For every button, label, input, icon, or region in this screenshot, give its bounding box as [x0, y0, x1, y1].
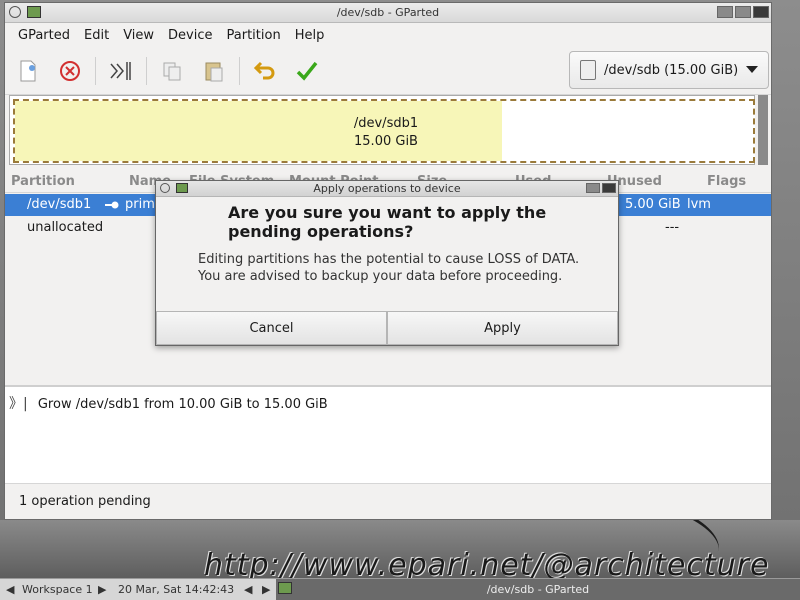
delete-icon[interactable] — [55, 56, 85, 86]
paste-icon[interactable] — [199, 56, 229, 86]
apply-confirmation-dialog: Apply operations to device Are you sure … — [155, 180, 619, 346]
menu-edit[interactable]: Edit — [77, 28, 116, 43]
taskbar-task-label: /dev/sdb - GParted — [486, 583, 590, 596]
dialog-button-row: Cancel Apply — [156, 311, 618, 345]
resize-move-icon: 》| — [9, 396, 28, 412]
toolbar-separator — [146, 56, 147, 85]
disk-map-partition-name: /dev/sdb1 — [353, 116, 419, 131]
column-flags[interactable]: Flags — [707, 174, 746, 189]
menubar: GParted Edit View Device Partition Help — [5, 23, 771, 47]
row-flags: lvm — [687, 197, 711, 212]
maximize-button[interactable] — [735, 6, 751, 18]
copy-icon[interactable] — [157, 56, 187, 86]
row-partition: unallocated — [27, 220, 104, 235]
menu-help[interactable]: Help — [288, 28, 332, 43]
window-titlebar[interactable]: /dev/sdb - GParted — [5, 3, 771, 23]
menu-partition[interactable]: Partition — [220, 28, 288, 43]
dialog-titlebar[interactable]: Apply operations to device — [156, 181, 618, 197]
pending-operations-pane: 》| Grow /dev/sdb1 from 10.00 GiB to 15.0… — [5, 387, 771, 483]
minimize-button[interactable] — [717, 6, 733, 18]
toolbar-separator — [95, 56, 96, 85]
dialog-heading: Are you sure you want to apply the pendi… — [228, 203, 608, 241]
dialog-heading-line: Are you sure you want to apply the — [228, 203, 547, 222]
toolbar: /dev/sdb (15.00 GiB) — [5, 47, 771, 95]
disk-map: /dev/sdb1 15.00 GiB — [9, 95, 755, 165]
status-bar: 1 operation pending — [5, 483, 771, 519]
dialog-message-line: Editing partitions has the potential to … — [198, 252, 580, 267]
row-partition: /dev/sdb1 — [27, 197, 92, 212]
row-flags: --- — [665, 220, 680, 235]
device-selector[interactable]: /dev/sdb (15.00 GiB) — [569, 51, 769, 89]
row-unused: 5.00 GiB — [625, 197, 681, 212]
new-partition-icon[interactable] — [13, 56, 43, 86]
column-partition[interactable]: Partition — [11, 174, 75, 189]
chevron-down-icon — [746, 66, 758, 73]
apply-icon[interactable] — [292, 56, 322, 86]
dialog-heading-line: pending operations? — [228, 222, 414, 241]
dialog-message: Editing partitions has the potential to … — [198, 251, 608, 285]
toolbar-separator — [239, 56, 240, 85]
workspace-prev-arrow-icon[interactable]: ◀ — [6, 583, 14, 596]
menu-device[interactable]: Device — [161, 28, 219, 43]
workspace-label[interactable]: Workspace 1 — [22, 583, 93, 596]
workspace-next-arrow-icon[interactable]: ▶ — [98, 583, 106, 596]
close-button[interactable] — [753, 6, 769, 18]
window-title: /dev/sdb - GParted — [336, 6, 440, 19]
key-icon — [105, 201, 119, 209]
dialog-title: Apply operations to device — [313, 182, 461, 195]
cancel-button[interactable]: Cancel — [156, 311, 387, 345]
status-text: 1 operation pending — [19, 494, 151, 509]
row-name: prim — [125, 197, 155, 212]
operation-text: Grow /dev/sdb1 from 10.00 GiB to 15.00 G… — [37, 397, 328, 412]
maximize-button[interactable] — [586, 183, 600, 193]
disk-map-scrollbar[interactable] — [758, 95, 768, 165]
menu-gparted[interactable]: GParted — [11, 28, 77, 43]
disk-map-partition-sdb1[interactable]: /dev/sdb1 15.00 GiB — [13, 99, 755, 163]
apply-button[interactable]: Apply — [387, 311, 618, 345]
device-selector-label: /dev/sdb (15.00 GiB) — [604, 62, 739, 78]
taskbar: ◀ Workspace 1 ▶ 20 Mar, Sat 14:42:43 ◀ ▶… — [0, 578, 800, 600]
undo-icon[interactable] — [250, 56, 280, 86]
task-next-arrow-icon[interactable]: ▶ — [262, 583, 270, 596]
list-item[interactable]: 》| Grow /dev/sdb1 from 10.00 GiB to 15.0… — [9, 393, 328, 413]
menu-view[interactable]: View — [116, 28, 161, 43]
task-prev-arrow-icon[interactable]: ◀ — [244, 583, 252, 596]
taskbar-task-gparted[interactable]: /dev/sdb - GParted — [276, 579, 800, 600]
dialog-message-line: You are advised to backup your data befo… — [198, 269, 563, 284]
disk-icon — [580, 60, 596, 80]
close-button[interactable] — [602, 183, 616, 193]
resize-move-icon[interactable] — [106, 56, 136, 86]
clock: 20 Mar, Sat 14:42:43 — [118, 583, 235, 596]
disk-map-partition-size: 15.00 GiB — [354, 134, 418, 149]
app-icon — [278, 582, 292, 594]
